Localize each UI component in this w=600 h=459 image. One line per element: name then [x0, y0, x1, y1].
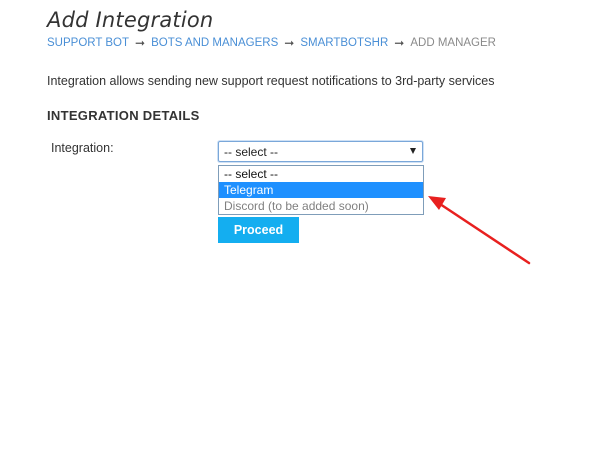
proceed-button[interactable]: Proceed [218, 217, 299, 243]
breadcrumb-arrow-icon: ➞ [135, 36, 146, 50]
breadcrumb-add-manager: ADD MANAGER [410, 37, 496, 49]
page-title: Add Integration [47, 8, 214, 32]
breadcrumb-bots-and-managers[interactable]: BOTS AND MANAGERS [151, 37, 278, 49]
integration-label: Integration: [51, 141, 114, 155]
option-discord: Discord (to be added soon) [224, 199, 369, 213]
breadcrumb-smartbotshr[interactable]: SMARTBOTSHR [300, 37, 388, 49]
breadcrumb-support-bot[interactable]: SUPPORT BOT [47, 37, 129, 49]
caret-down-icon [410, 148, 416, 154]
breadcrumb-arrow-icon: ➞ [284, 36, 295, 50]
option-telegram[interactable]: Telegram [219, 182, 423, 198]
breadcrumb: SUPPORT BOT ➞ BOTS AND MANAGERS ➞ SMARTB… [47, 36, 496, 50]
option-select-placeholder[interactable]: -- select -- [219, 166, 423, 182]
page-description: Integration allows sending new support r… [47, 74, 495, 88]
integration-dropdown-list: -- select -- Telegram Discord (to be add… [218, 165, 424, 215]
integration-select-value: -- select -- [224, 144, 278, 159]
section-heading: INTEGRATION DETAILS [47, 108, 200, 123]
breadcrumb-arrow-icon: ➞ [394, 36, 405, 50]
integration-select[interactable]: -- select -- [218, 141, 423, 162]
red-arrow-icon [428, 196, 531, 265]
